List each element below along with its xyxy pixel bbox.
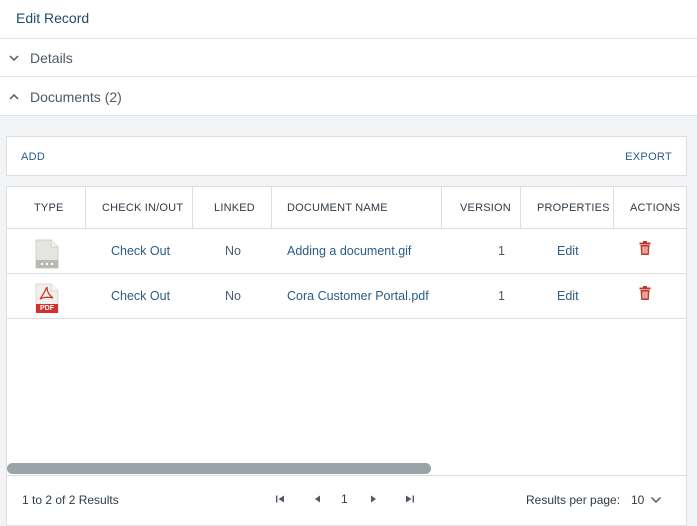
current-page[interactable]: 1 [341,492,348,506]
delete-button[interactable] [639,229,651,274]
version-value: 1 [498,289,505,303]
properties-edit-link[interactable]: Edit [557,274,579,319]
trash-icon [639,286,651,300]
table-row[interactable]: PDF Check Out No Cora Customer Portal.pd… [7,274,686,319]
column-header-version[interactable]: VERSION [442,187,521,229]
results-per-page-select[interactable]: 10 [631,493,644,507]
results-summary: 1 to 2 of 2 Results [22,493,119,507]
previous-page-icon[interactable] [311,492,325,506]
section-documents-label: Documents (2) [30,89,122,105]
documents-toolbar: ADD EXPORT [6,136,687,176]
file-type-cell: PDF [35,274,61,319]
table-footer: 1 to 2 of 2 Results 1 Results per page: … [7,475,686,525]
column-header-check[interactable]: CHECK IN/OUT [86,187,193,229]
linked-value: No [225,289,241,303]
results-per-page-label: Results per page: [526,493,621,507]
documents-table: TYPE CHECK IN/OUT LINKED DOCUMENT NAME V… [6,186,687,526]
column-header-document-name[interactable]: DOCUMENT NAME [272,187,442,229]
export-button[interactable]: EXPORT [625,151,672,163]
linked-value: No [225,244,241,258]
section-details[interactable]: Details [0,39,697,77]
table-row[interactable]: Check Out No Adding a document.gif 1 Edi… [7,229,686,274]
delete-button[interactable] [639,274,651,319]
generic-file-icon [35,239,59,269]
column-header-actions[interactable]: ACTIONS [614,187,686,229]
check-out-link[interactable]: Check Out [111,229,170,274]
document-name-link[interactable]: Cora Customer Portal.pdf [287,274,429,319]
table-header: TYPE CHECK IN/OUT LINKED DOCUMENT NAME V… [7,187,686,229]
pdf-badge-label: PDF [40,305,54,312]
file-type-cell [35,229,61,274]
section-details-label: Details [30,50,73,66]
page-title: Edit Record [16,10,90,26]
column-header-properties[interactable]: PROPERTIES [521,187,614,229]
add-button[interactable]: ADD [21,151,45,163]
chevron-down-icon[interactable] [650,495,662,505]
version-value: 1 [498,244,505,258]
pdf-badge: PDF [36,304,58,313]
trash-icon [639,241,651,255]
last-page-icon[interactable] [403,492,417,506]
next-page-icon[interactable] [366,492,380,506]
record-header: Edit Record [0,0,697,39]
chevron-down-icon [9,55,19,62]
document-name-link[interactable]: Adding a document.gif [287,229,411,274]
horizontal-scrollbar[interactable] [7,463,431,474]
column-header-type[interactable]: TYPE [7,187,86,229]
properties-edit-link[interactable]: Edit [557,229,579,274]
section-documents[interactable]: Documents (2) [0,78,697,116]
column-header-linked[interactable]: LINKED [193,187,272,229]
first-page-icon[interactable] [273,492,287,506]
chevron-up-icon [9,93,19,100]
check-out-link[interactable]: Check Out [111,274,170,319]
